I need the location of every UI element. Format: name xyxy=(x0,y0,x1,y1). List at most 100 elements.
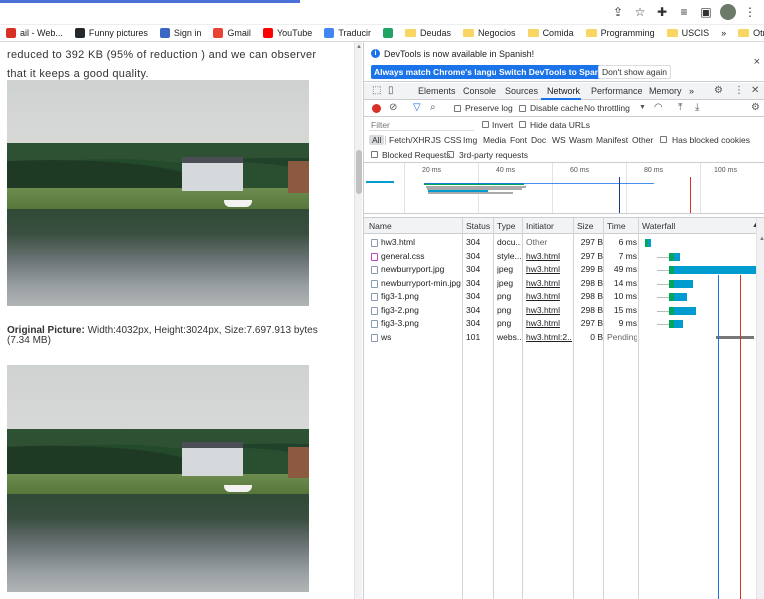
gear-icon[interactable]: ⚙ xyxy=(714,85,723,96)
compressed-photo xyxy=(7,80,309,306)
export-har-icon[interactable]: ⤓ xyxy=(695,102,699,113)
record-icon[interactable] xyxy=(372,104,381,113)
type-font[interactable]: Font xyxy=(510,135,527,145)
share-icon[interactable]: ⇪ xyxy=(610,4,626,20)
bookmark-drive[interactable] xyxy=(377,28,399,38)
blocked-requests-checkbox[interactable] xyxy=(371,151,378,158)
type-doc[interactable]: Doc xyxy=(531,135,546,145)
bookmark-funny-pictures[interactable]: Funny pictures xyxy=(69,28,154,38)
table-row[interactable]: hw3.html 304 docu... Other 297 B 6 ms xyxy=(364,236,756,249)
close-devtools-icon[interactable]: ✕ xyxy=(751,85,759,96)
filter-icon[interactable]: ▽ xyxy=(413,102,421,113)
bookmark-other[interactable]: Otros marcadores xyxy=(732,28,764,38)
type-wasm[interactable]: Wasm xyxy=(569,135,593,145)
column-waterfall[interactable]: Waterfall xyxy=(642,221,675,231)
scroll-up-arrow-icon[interactable]: ▲ xyxy=(759,236,764,242)
bookmark-negocios[interactable]: Negocios xyxy=(457,28,522,38)
cell-initiator[interactable]: hw3.html xyxy=(526,305,572,315)
cell-initiator[interactable]: hw3.html:2... xyxy=(526,332,572,342)
column-type[interactable]: Type xyxy=(497,221,515,231)
youtube-icon xyxy=(262,28,273,38)
type-all[interactable]: All xyxy=(369,135,385,145)
column-name[interactable]: Name xyxy=(369,221,392,231)
close-icon[interactable]: × xyxy=(754,56,760,68)
type-js[interactable]: JS xyxy=(431,135,441,145)
type-other[interactable]: Other xyxy=(632,135,653,145)
bookmark-gmail[interactable]: Gmail xyxy=(207,28,257,38)
table-row[interactable]: fig3-1.png 304 png hw3.html 298 B 10 ms xyxy=(364,290,756,303)
cell-initiator[interactable]: hw3.html xyxy=(526,291,572,301)
tab-network[interactable]: Network xyxy=(547,86,580,96)
throttling-select[interactable]: No throttling xyxy=(584,103,630,113)
type-media[interactable]: Media xyxy=(483,135,506,145)
media-queue-icon[interactable]: ≡ xyxy=(676,4,692,20)
bookmark-ail-web[interactable]: ail - Web... xyxy=(0,28,69,38)
more-tabs-icon[interactable]: » xyxy=(689,86,694,96)
bookmark-traducir[interactable]: Traducir xyxy=(318,28,377,38)
invert-checkbox[interactable] xyxy=(482,121,489,128)
disable-cache-checkbox[interactable] xyxy=(519,105,526,112)
table-row[interactable]: newburryport.jpg 304 jpeg hw3.html 299 B 49 m… xyxy=(364,263,757,276)
always-match-language-button[interactable]: Always match Chrome's language xyxy=(371,65,515,79)
waterfall-download xyxy=(673,252,681,261)
side-panel-icon[interactable]: ▣ xyxy=(698,4,714,20)
tab-sources[interactable]: Sources xyxy=(505,86,538,96)
bookmark-sign-in[interactable]: Sign in xyxy=(154,28,208,38)
column-initiator[interactable]: Initiator xyxy=(526,221,554,231)
table-row[interactable]: general.css 304 style... hw3.html 297 B 7 ms xyxy=(364,250,756,263)
cell-initiator[interactable]: hw3.html xyxy=(526,264,572,274)
table-row[interactable]: fig3-2.png 304 png hw3.html 298 B 15 ms xyxy=(364,304,756,317)
has-blocked-cookies-checkbox[interactable] xyxy=(660,136,667,143)
type-manifest[interactable]: Manifest xyxy=(596,135,628,145)
table-scrollbar[interactable]: ▲ xyxy=(756,218,764,599)
table-row[interactable]: ws 101 webs... hw3.html:2... 0 B Pending xyxy=(364,331,756,344)
bookmark-uscis[interactable]: USCIS xyxy=(661,28,716,38)
scroll-up-arrow-icon[interactable]: ▲ xyxy=(356,44,362,50)
column-size[interactable]: Size xyxy=(577,221,594,231)
preserve-log-checkbox[interactable] xyxy=(454,105,461,112)
bookmark-deudas[interactable]: Deudas xyxy=(399,28,457,38)
gear-icon[interactable]: ⚙ xyxy=(751,102,760,113)
type-img[interactable]: Img xyxy=(463,135,477,145)
tab-performance[interactable]: Performance xyxy=(591,86,643,96)
column-status[interactable]: Status xyxy=(466,221,490,231)
bookmarks-overflow-icon[interactable]: » xyxy=(715,28,732,38)
bookmark-comida[interactable]: Comida xyxy=(522,28,580,38)
column-time[interactable]: Time xyxy=(607,221,626,231)
cell-initiator[interactable]: hw3.html xyxy=(526,318,572,328)
tab-elements[interactable]: Elements xyxy=(418,86,456,96)
type-css[interactable]: CSS xyxy=(444,135,461,145)
network-conditions-icon[interactable]: ◠ xyxy=(654,102,663,113)
bookmark-youtube[interactable]: YouTube xyxy=(257,28,318,38)
puzzle-icon[interactable]: ✚ xyxy=(654,4,670,20)
filter-input[interactable]: Filter xyxy=(369,119,474,131)
third-party-checkbox[interactable] xyxy=(447,151,454,158)
network-overview[interactable]: 20 ms 40 ms 60 ms 80 ms 100 ms xyxy=(364,163,764,214)
cell-initiator[interactable]: hw3.html xyxy=(526,251,572,261)
search-icon[interactable]: ⌕ xyxy=(430,102,436,113)
star-icon[interactable]: ☆ xyxy=(632,4,648,20)
inspect-element-icon[interactable]: ⬚ xyxy=(372,85,381,96)
mail-icon xyxy=(6,28,16,38)
slack-icon xyxy=(159,28,170,38)
kebab-menu-icon[interactable]: ⋮ xyxy=(742,4,758,20)
tab-console[interactable]: Console xyxy=(463,86,496,96)
avatar[interactable] xyxy=(720,4,736,20)
type-ws[interactable]: WS xyxy=(552,135,566,145)
import-har-icon[interactable]: ⤒ xyxy=(678,102,682,113)
table-row[interactable]: newburryport-min.jpg 304 jpeg hw3.html 298 B… xyxy=(364,277,756,290)
overview-tick: 20 ms xyxy=(422,167,442,174)
cell-initiator[interactable]: hw3.html xyxy=(526,278,572,288)
page-scrollbar-thumb[interactable] xyxy=(356,150,362,194)
type-fetch-xhr[interactable]: Fetch/XHR xyxy=(389,135,431,145)
bookmark-programming[interactable]: Programming xyxy=(580,28,661,38)
page-scrollbar[interactable]: ▲ xyxy=(354,42,362,599)
hide-data-urls-checkbox[interactable] xyxy=(519,121,526,128)
clear-icon[interactable]: ⊘ xyxy=(389,102,397,113)
tab-memory[interactable]: Memory xyxy=(649,86,682,96)
table-row[interactable]: fig3-3.png 304 png hw3.html 297 B 9 ms xyxy=(364,317,756,330)
kebab-menu-icon[interactable]: ⋮ xyxy=(734,85,744,96)
chevron-down-icon[interactable]: ▼ xyxy=(639,104,646,111)
device-toolbar-icon[interactable]: ▯ xyxy=(388,85,394,96)
dont-show-again-button[interactable]: Don't show again xyxy=(598,65,671,79)
